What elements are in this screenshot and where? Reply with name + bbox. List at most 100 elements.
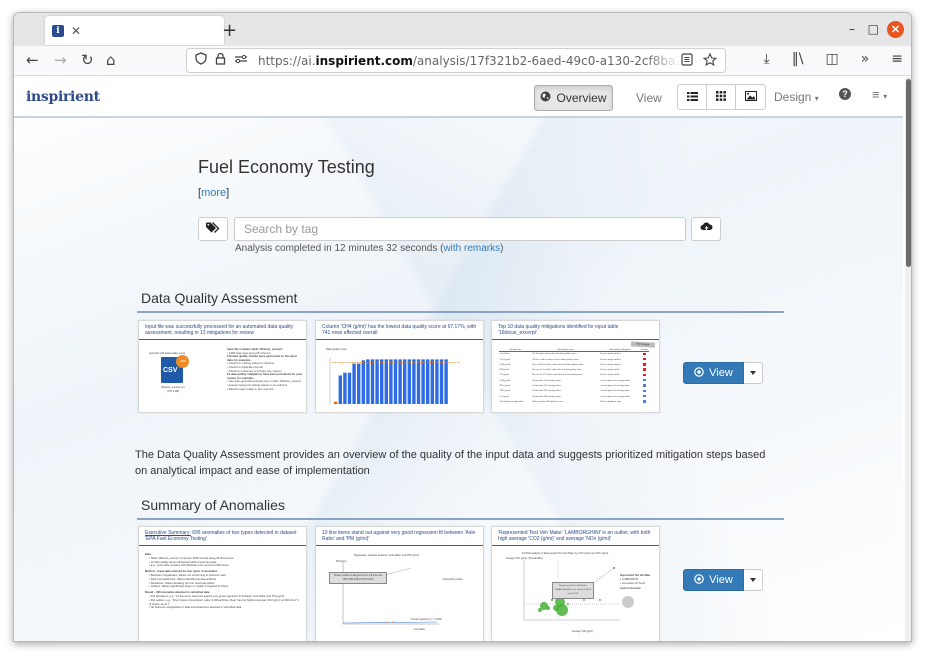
section-divider — [137, 518, 784, 520]
bar — [393, 359, 398, 404]
list-view-button[interactable] — [678, 85, 707, 109]
slide-thumbnail[interactable]: 'Represented Test Veh Make' 'LAMBORGHINI… — [491, 526, 660, 641]
grid-icon — [716, 88, 726, 106]
url-text[interactable]: https://ai.inspirient.com/analysis/17f32… — [258, 54, 681, 68]
home-button[interactable]: ⌂ — [106, 51, 116, 69]
back-button[interactable]: ← — [26, 51, 39, 69]
window-close-button[interactable]: ✕ — [887, 21, 904, 38]
view-label: View — [636, 91, 662, 105]
tab-close-icon[interactable]: ✕ — [71, 24, 81, 38]
slide-thumbnail[interactable]: Executive Summary: 695 anomalies of two … — [138, 526, 307, 641]
cloud-upload-icon — [700, 220, 713, 238]
view-button[interactable]: View — [683, 362, 744, 384]
bar — [439, 359, 444, 404]
scrollbar-thumb[interactable] — [906, 79, 911, 267]
view-options-dropdown[interactable] — [744, 569, 763, 591]
more-link[interactable]: more — [201, 187, 226, 199]
overflow-menu-icon[interactable]: » — [861, 51, 870, 67]
slide-title: Top 10 data quality mitigations identifi… — [492, 321, 659, 340]
analysis-status: Analysis completed in 12 minutes 32 seco… — [235, 243, 504, 254]
tag-filter-button[interactable] — [198, 217, 228, 241]
analysis-title: Fuel Economy Testing — [198, 157, 375, 177]
bookmark-star-icon[interactable] — [702, 52, 718, 69]
bar — [352, 363, 356, 404]
help-icon[interactable]: ? — [839, 88, 851, 100]
priority-indicator — [643, 368, 646, 371]
overview-button[interactable]: Overview — [534, 85, 613, 111]
slide-thumbnail[interactable]: Top 10 data quality mitigations identifi… — [491, 320, 660, 413]
section-title-data-quality[interactable]: Data Quality Assessment — [141, 290, 297, 306]
forward-button[interactable]: → — [54, 51, 67, 69]
bar — [343, 372, 347, 404]
chart-title: Portfolio analysis of 'Represented Test … — [522, 552, 609, 555]
bar — [347, 372, 352, 404]
lock-icon[interactable] — [215, 52, 226, 69]
app-menu-dropdown[interactable]: ≡ ▾ — [872, 87, 887, 102]
remarks-link[interactable]: with remarks — [443, 243, 500, 254]
view-split-button: View — [683, 569, 763, 591]
minimize-button[interactable]: – — [849, 22, 855, 36]
chart-callout: 'Represented Test Veh Make' 'LAMBORGHINI… — [552, 582, 594, 599]
table-cell: Table contains 349 duplicate rows — [532, 400, 564, 403]
slide-thumbnail[interactable]: Column 'CH4 (g/mi)' has the lowest data … — [315, 320, 484, 413]
app-logo[interactable]: inspirient — [26, 89, 100, 105]
address-bar[interactable]: https://ai.inspirient.com/analysis/17f32… — [186, 48, 726, 73]
bar — [370, 359, 375, 404]
hamburger-menu-icon[interactable]: ≡ — [891, 51, 903, 67]
slide-title: 'Represented Test Veh Make' 'LAMBORGHINI… — [492, 527, 659, 546]
tags-icon — [206, 220, 220, 238]
slide-title: 13 line items stand out against very goo… — [316, 527, 483, 546]
bar — [407, 359, 411, 404]
reader-view-icon[interactable] — [681, 52, 693, 69]
priority-indicator — [643, 352, 646, 355]
slide-thumbnail[interactable]: Input file was successfully processed fo… — [138, 320, 307, 413]
scatter-point — [538, 608, 542, 612]
bar — [421, 359, 425, 404]
slide-thumbnail[interactable]: 13 line items stand out against very goo… — [315, 526, 484, 641]
caret-down-icon: ▾ — [814, 94, 819, 103]
chart-x-label: Average 'CO2 (g/mi)' — [572, 631, 594, 633]
sidebar-icon[interactable]: ◫ — [825, 51, 838, 67]
view-options-dropdown[interactable] — [744, 362, 763, 384]
callout-pointer — [591, 568, 614, 585]
page-content: inspirient Overview View Design ▾ ? ≡ ▾ … — [14, 77, 903, 641]
bar — [416, 359, 421, 404]
scatter-point — [583, 599, 585, 601]
data-quality-bar-chart — [329, 358, 460, 404]
priority-indicator — [643, 373, 646, 377]
maximize-button[interactable]: □ — [868, 22, 879, 36]
priority-indicator — [643, 357, 646, 361]
image-view-button[interactable] — [736, 85, 765, 109]
permissions-icon[interactable] — [234, 53, 248, 68]
bar — [380, 359, 384, 404]
reload-button[interactable]: ↻ — [81, 51, 94, 69]
table-cell: Review duplicate rows — [600, 400, 622, 403]
bar — [366, 359, 370, 404]
caret-down-icon: ▾ — [883, 92, 888, 101]
browser-tab[interactable]: i Fuel Economy Testing - Inspirient ✕ — [45, 16, 224, 45]
tag-search-input[interactable] — [234, 217, 686, 241]
table-row: All columns in input table Table contains… — [499, 400, 649, 405]
shield-icon[interactable] — [195, 52, 207, 69]
site-favicon-icon: i — [52, 24, 64, 37]
chart-legend: Represented Test Veh Make ● LAMBORGHINI … — [620, 575, 651, 590]
design-dropdown[interactable]: Design ▾ — [774, 90, 819, 104]
grid-view-button[interactable] — [707, 85, 736, 109]
chart-title: Regression analysis between 'Axle Ratio'… — [354, 554, 420, 557]
page-scrollbar[interactable] — [905, 77, 911, 641]
view-button[interactable]: View — [683, 569, 744, 591]
bar — [357, 363, 361, 404]
view-split-button: View — [683, 362, 763, 384]
bar — [398, 359, 402, 404]
cloud-upload-button[interactable] — [691, 217, 721, 241]
library-icon[interactable]: ‖\ — [792, 51, 804, 67]
picture-icon — [744, 88, 757, 106]
priority-indicator — [643, 400, 646, 403]
browser-window: i Fuel Economy Testing - Inspirient ✕ + … — [13, 12, 912, 642]
priority-indicator — [643, 384, 646, 387]
new-tab-button[interactable]: + — [222, 20, 237, 41]
caret-down-icon — [750, 578, 756, 582]
mitigation-table: Column name Data quality issue Data qualit… — [499, 349, 649, 405]
download-icon[interactable]: ⤓ — [764, 51, 770, 67]
section-title-anomalies[interactable]: Summary of Anomalies — [141, 497, 285, 513]
